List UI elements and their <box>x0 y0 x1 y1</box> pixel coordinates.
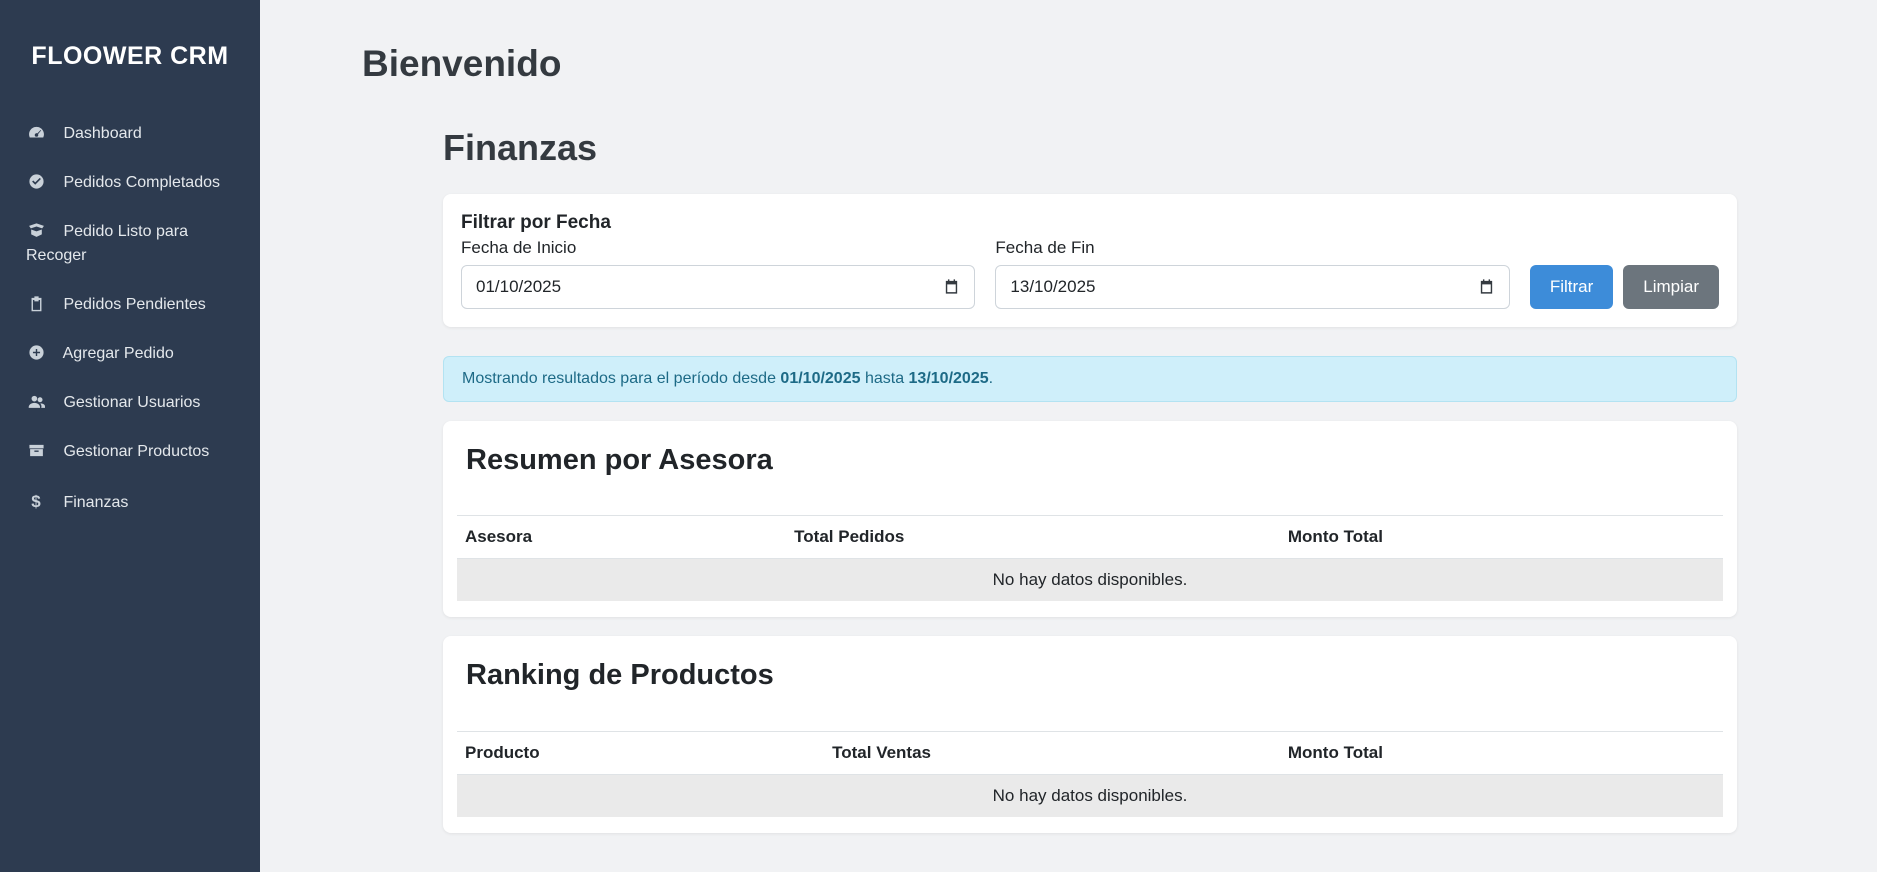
users-icon <box>26 391 46 414</box>
sidebar-item-label: Pedidos Completados <box>63 174 220 191</box>
empty-message: No hay datos disponibles. <box>457 775 1723 818</box>
start-date-field: Fecha de Inicio 01/10/2025 <box>461 238 975 309</box>
end-date-label: Fecha de Fin <box>995 238 1509 258</box>
sidebar-item-label: Pedidos Pendientes <box>63 296 205 313</box>
alert-text-prefix: Mostrando resultados para el período des… <box>462 370 780 387</box>
sidebar-item-pedidos-pendientes[interactable]: Pedidos Pendientes <box>0 280 260 329</box>
end-date-value: 13/10/2025 <box>1010 277 1095 297</box>
filter-button[interactable]: Filtrar <box>1530 265 1613 309</box>
column-header-total-pedidos: Total Pedidos <box>786 516 1280 559</box>
ranking-table: Producto Total Ventas Monto Total No hay… <box>457 731 1723 817</box>
archive-box-icon <box>26 440 46 463</box>
alert-start-date: 01/10/2025 <box>780 370 860 387</box>
ranking-card: Ranking de Productos Producto Total Vent… <box>443 636 1737 833</box>
sidebar-item-gestionar-productos[interactable]: Gestionar Productos <box>0 427 260 476</box>
filter-card: Filtrar por Fecha Fecha de Inicio 01/10/… <box>443 194 1737 327</box>
section-title: Finanzas <box>443 126 1737 169</box>
main-content: Bienvenido Finanzas Filtrar por Fecha Fe… <box>260 0 1877 872</box>
dollar-icon: $ <box>26 490 46 515</box>
sidebar: FLOOWER CRM Dashboard Pedidos Completado… <box>0 0 260 872</box>
alert-end-date: 13/10/2025 <box>909 370 989 387</box>
filter-buttons: Filtrar Limpiar <box>1530 265 1719 309</box>
start-date-label: Fecha de Inicio <box>461 238 975 258</box>
sidebar-item-label: Finanzas <box>63 494 128 511</box>
end-date-field: Fecha de Fin 13/10/2025 <box>995 238 1509 309</box>
sidebar-item-gestionar-usuarios[interactable]: Gestionar Usuarios <box>0 378 260 427</box>
sidebar-item-agregar-pedido[interactable]: Agregar Pedido <box>0 329 260 378</box>
sidebar-item-dashboard[interactable]: Dashboard <box>0 109 260 158</box>
calendar-icon[interactable] <box>943 278 960 295</box>
column-header-monto-total: Monto Total <box>1280 516 1723 559</box>
alert-text-suffix: . <box>989 370 993 387</box>
ranking-title: Ranking de Productos <box>466 658 1723 693</box>
summary-card: Resumen por Asesora Asesora Total Pedido… <box>443 421 1737 618</box>
summary-table: Asesora Total Pedidos Monto Total No hay… <box>457 515 1723 601</box>
column-header-total-ventas: Total Ventas <box>824 732 1280 775</box>
clipboard-icon <box>26 293 46 316</box>
app-window: FLOOWER CRM Dashboard Pedidos Completado… <box>0 0 1877 872</box>
alert-text-middle: hasta <box>861 370 909 387</box>
sidebar-item-label: Dashboard <box>63 125 141 142</box>
clear-button[interactable]: Limpiar <box>1623 265 1719 309</box>
results-alert: Mostrando resultados para el período des… <box>443 356 1737 402</box>
sidebar-item-label: Gestionar Usuarios <box>63 394 200 411</box>
sidebar-item-label: Pedido Listo para Recoger <box>26 223 188 263</box>
sidebar-item-label: Agregar Pedido <box>63 345 174 362</box>
calendar-icon[interactable] <box>1478 278 1495 295</box>
column-header-producto: Producto <box>457 732 824 775</box>
sidebar-item-pedidos-completados[interactable]: Pedidos Completados <box>0 158 260 207</box>
start-date-input[interactable]: 01/10/2025 <box>461 265 975 309</box>
column-header-monto-total: Monto Total <box>1280 732 1723 775</box>
ranking-empty-row: No hay datos disponibles. <box>457 775 1723 818</box>
filter-row: Fecha de Inicio 01/10/2025 Fecha de Fin … <box>461 238 1719 309</box>
check-circle-icon <box>26 171 46 194</box>
start-date-value: 01/10/2025 <box>476 277 561 297</box>
sidebar-item-finanzas[interactable]: $ Finanzas <box>0 477 260 528</box>
summary-header-row: Asesora Total Pedidos Monto Total <box>457 516 1723 559</box>
page-title: Bienvenido <box>362 42 1877 86</box>
finanzas-section: Finanzas Filtrar por Fecha Fecha de Inic… <box>443 126 1737 833</box>
sidebar-item-pedido-listo[interactable]: Pedido Listo para Recoger <box>0 207 260 279</box>
sidebar-menu: Dashboard Pedidos Completados Pedido Lis… <box>0 109 260 527</box>
plus-circle-icon <box>26 342 46 365</box>
summary-empty-row: No hay datos disponibles. <box>457 559 1723 602</box>
filter-title: Filtrar por Fecha <box>461 212 1719 234</box>
column-header-asesora: Asesora <box>457 516 786 559</box>
gauge-icon <box>26 122 46 145</box>
ranking-header-row: Producto Total Ventas Monto Total <box>457 732 1723 775</box>
box-open-icon <box>26 220 46 243</box>
app-title: FLOOWER CRM <box>0 0 260 109</box>
summary-title: Resumen por Asesora <box>466 443 1723 478</box>
empty-message: No hay datos disponibles. <box>457 559 1723 602</box>
end-date-input[interactable]: 13/10/2025 <box>995 265 1509 309</box>
sidebar-item-label: Gestionar Productos <box>63 443 209 460</box>
